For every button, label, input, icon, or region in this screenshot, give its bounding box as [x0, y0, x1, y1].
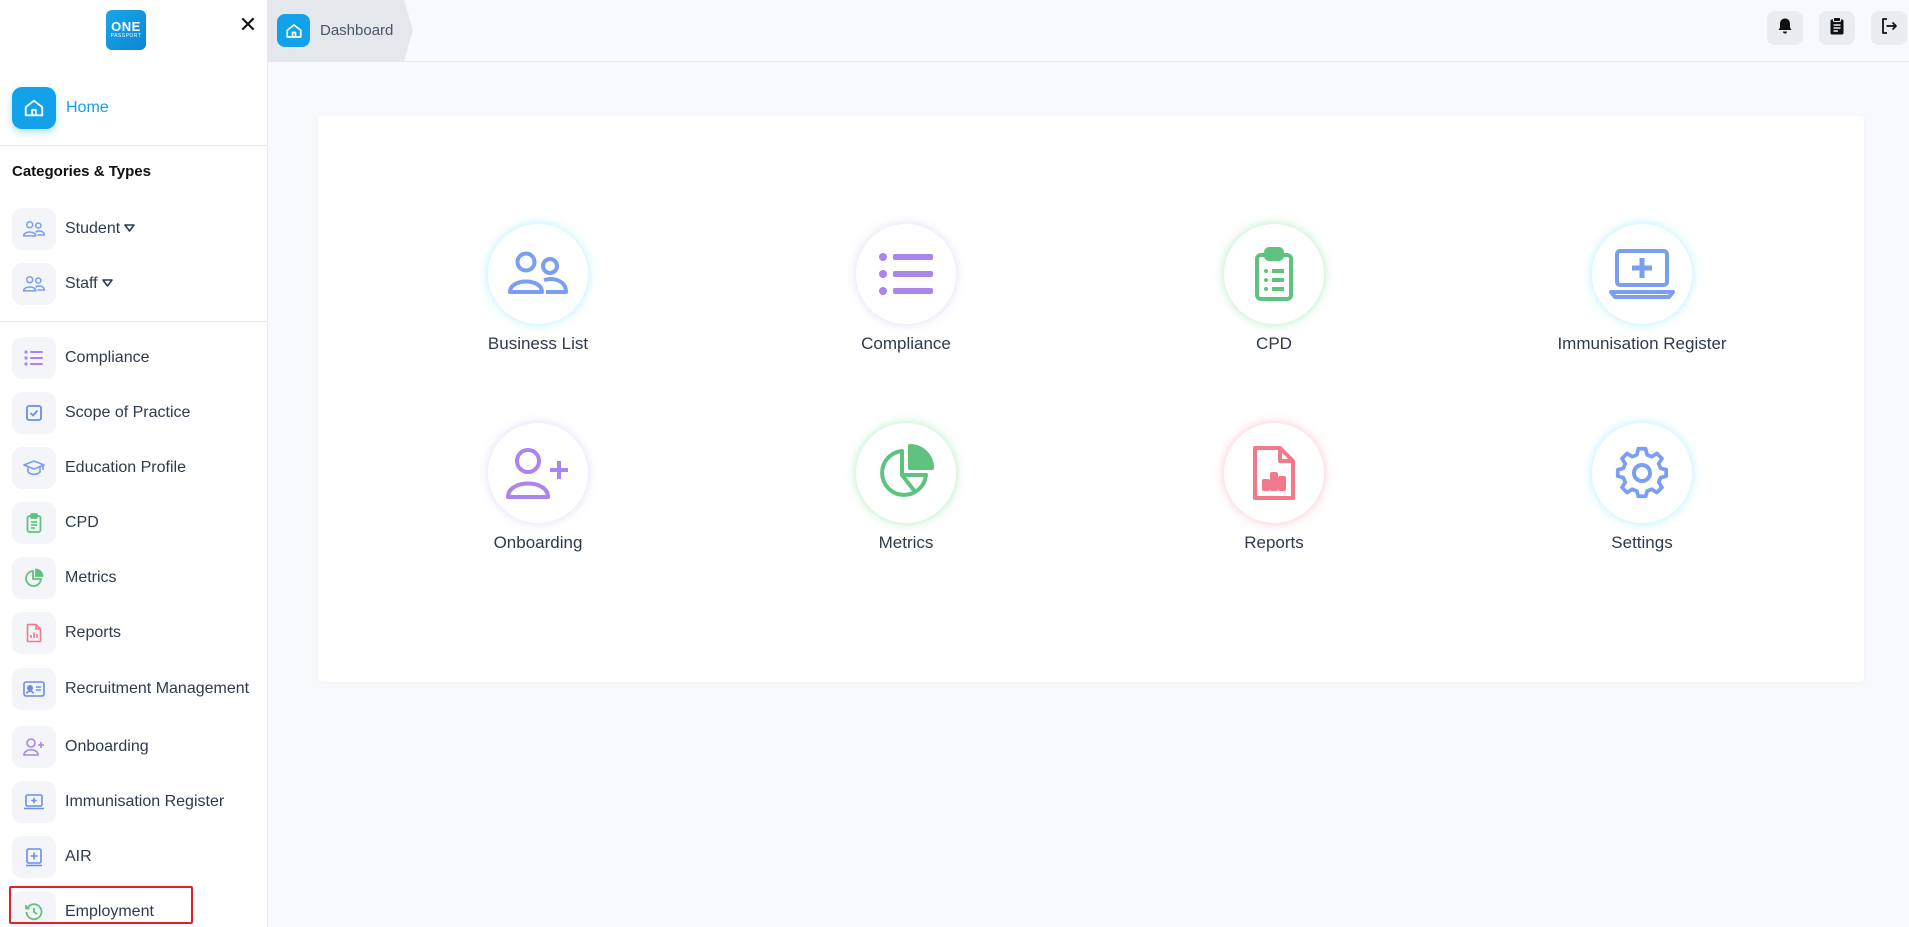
breadcrumb-label[interactable]: Dashboard — [320, 22, 393, 39]
clipboard-button[interactable] — [1819, 11, 1855, 45]
laptop-medical-icon — [12, 781, 56, 823]
pie-chart-icon — [12, 557, 56, 599]
breadcrumb: Dashboard — [268, 0, 413, 61]
sidebar-item-cpd[interactable]: CPD — [12, 502, 250, 544]
tile-immunisation-register[interactable]: Immunisation Register — [1522, 224, 1762, 354]
sidebar-item-label: Education Profile — [65, 459, 186, 476]
logout-icon — [1880, 17, 1898, 40]
sidebar-item-metrics[interactable]: Metrics — [12, 557, 250, 599]
sidebar-item-label: CPD — [65, 514, 99, 531]
tile-metrics[interactable]: Metrics — [786, 423, 1026, 553]
dashboard-card: Business List Compliance CPD Immunisatio… — [318, 116, 1864, 682]
pie-chart-icon — [856, 423, 956, 523]
sidebar-item-compliance[interactable]: Compliance — [12, 337, 250, 379]
tile-reports[interactable]: Reports — [1154, 423, 1394, 553]
user-plus-icon — [488, 423, 588, 523]
divider — [0, 321, 267, 322]
gear-icon — [1592, 423, 1692, 523]
sidebar-item-label: Employment — [65, 903, 154, 920]
history-icon — [12, 891, 56, 927]
sidebar: ONE PASSPORT ✕ Home Categories & Types S… — [0, 0, 268, 927]
report-file-icon — [1224, 423, 1324, 523]
clipboard-icon — [1224, 224, 1324, 324]
tile-label: Reports — [1244, 533, 1304, 552]
sidebar-item-education-profile[interactable]: Education Profile — [12, 447, 250, 489]
chevron-down-icon[interactable] — [101, 273, 113, 295]
sidebar-item-student[interactable]: Student — [12, 208, 250, 250]
top-bar: Dashboard — [268, 0, 1909, 62]
tile-onboarding[interactable]: Onboarding — [418, 423, 658, 553]
sidebar-item-label: Reports — [65, 624, 122, 641]
users-icon — [12, 208, 56, 250]
sidebar-item-home[interactable]: Home — [12, 87, 109, 129]
logo-subtext: PASSPORT — [110, 33, 142, 39]
graduation-cap-icon — [12, 447, 56, 489]
divider — [0, 145, 267, 146]
bell-icon — [1776, 17, 1794, 40]
sidebar-item-staff[interactable]: Staff — [12, 263, 250, 305]
report-file-icon — [12, 612, 56, 654]
tile-compliance[interactable]: Compliance — [786, 224, 1026, 354]
home-icon — [12, 87, 56, 129]
tile-label: Business List — [487, 334, 589, 353]
close-sidebar-button[interactable]: ✕ — [238, 14, 258, 36]
home-icon[interactable] — [277, 14, 310, 47]
laptop-medical-icon — [1592, 224, 1692, 324]
medical-box-icon — [12, 836, 56, 878]
sidebar-item-label: Compliance — [65, 349, 150, 366]
sidebar-item-label: Scope of Practice — [65, 404, 191, 421]
sidebar-item-label: Student — [65, 220, 121, 237]
checkbox-icon — [12, 392, 56, 434]
logo-text: ONE — [111, 19, 141, 34]
users-icon — [488, 224, 588, 324]
app-logo[interactable]: ONE PASSPORT — [106, 10, 146, 50]
notifications-button[interactable] — [1767, 11, 1803, 45]
tile-label: Settings — [1611, 533, 1673, 552]
tile-label: Metrics — [878, 533, 934, 552]
chevron-down-icon[interactable] — [124, 218, 135, 240]
sidebar-item-label: Onboarding — [65, 738, 149, 755]
sidebar-item-label: Recruitment Management — [65, 680, 250, 697]
section-title: Categories & Types — [12, 163, 151, 180]
sidebar-item-employment[interactable]: Employment — [12, 891, 250, 927]
logout-button[interactable] — [1871, 11, 1907, 45]
sidebar-item-label: AIR — [65, 848, 92, 865]
tile-label: CPD — [1256, 334, 1292, 353]
clipboard-icon — [12, 502, 56, 544]
tile-cpd[interactable]: CPD — [1154, 224, 1394, 354]
tile-label: Compliance — [861, 334, 951, 353]
tile-label: Onboarding — [493, 533, 583, 552]
list-icon — [12, 337, 56, 379]
sidebar-item-air[interactable]: AIR — [12, 836, 250, 878]
sidebar-item-label: Immunisation Register — [65, 793, 225, 810]
sidebar-item-recruitment-management[interactable]: Recruitment Management — [12, 668, 250, 710]
tile-settings[interactable]: Settings — [1522, 423, 1762, 553]
sidebar-item-onboarding[interactable]: Onboarding — [12, 726, 250, 768]
sidebar-item-reports[interactable]: Reports — [12, 612, 250, 654]
sidebar-item-label: Metrics — [65, 569, 117, 586]
tile-business-list[interactable]: Business List — [418, 224, 658, 354]
tile-label: Immunisation Register — [1557, 334, 1727, 353]
sidebar-item-label: Home — [66, 99, 109, 116]
user-plus-icon — [12, 726, 56, 768]
list-icon — [856, 224, 956, 324]
users-icon — [12, 263, 56, 305]
sidebar-item-label: Staff — [65, 275, 98, 292]
sidebar-item-immunisation-register[interactable]: Immunisation Register — [12, 781, 250, 823]
clipboard-icon — [1829, 16, 1845, 40]
id-card-icon — [12, 668, 56, 710]
sidebar-item-scope-of-practice[interactable]: Scope of Practice — [12, 392, 250, 434]
